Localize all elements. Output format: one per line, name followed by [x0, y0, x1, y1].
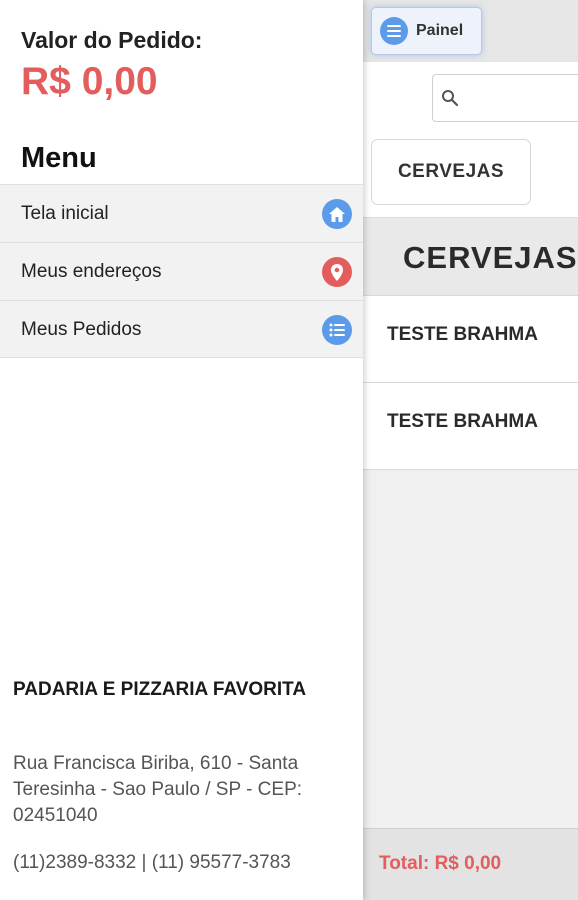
- order-value-label: Valor do Pedido:: [21, 27, 203, 53]
- search-box[interactable]: [432, 74, 578, 122]
- total-label: Total: R$ 0,00: [379, 853, 502, 874]
- panel-button[interactable]: Painel: [371, 7, 482, 55]
- category-tab-cervejas[interactable]: CERVEJAS: [371, 139, 531, 205]
- product-item[interactable]: TESTE BRAHMA: [363, 296, 578, 383]
- menu-item-addresses[interactable]: Meus endereços: [0, 242, 363, 300]
- menu-item-label: Meus Pedidos: [21, 319, 142, 340]
- store-name: PADARIA E PIZZARIA FAVORITA: [13, 679, 307, 700]
- side-menu: Valor do Pedido: R$ 0,00 Menu Tela inici…: [0, 0, 363, 900]
- home-icon: [322, 199, 352, 229]
- store-address: Rua Francisca Biriba, 610 - Santa Teresi…: [13, 753, 303, 826]
- store-phone[interactable]: (11)2389-8332 | (11) 95577-3783: [13, 852, 358, 874]
- section-title: CERVEJAS: [403, 240, 578, 275]
- menu-title: Menu: [21, 142, 97, 174]
- order-value-amount: R$ 0,00: [21, 60, 158, 103]
- menu-item-orders[interactable]: Meus Pedidos: [0, 300, 363, 358]
- menu-item-home[interactable]: Tela inicial: [0, 184, 363, 242]
- menu-item-label: Meus endereços: [21, 261, 162, 282]
- product-name: TESTE BRAHMA: [387, 324, 538, 345]
- footer-total-bar: Total: R$ 0,00: [363, 828, 578, 900]
- section-header: CERVEJAS: [363, 218, 578, 296]
- search-input[interactable]: [465, 81, 578, 115]
- list-icon: [322, 315, 352, 345]
- location-pin-icon: [322, 257, 352, 287]
- product-name: TESTE BRAHMA: [387, 411, 538, 432]
- list-icon: [380, 17, 408, 45]
- panel-label: Painel: [416, 22, 464, 39]
- menu-item-label: Tela inicial: [21, 203, 109, 224]
- search-icon: [441, 89, 459, 112]
- product-item[interactable]: TESTE BRAHMA: [363, 383, 578, 470]
